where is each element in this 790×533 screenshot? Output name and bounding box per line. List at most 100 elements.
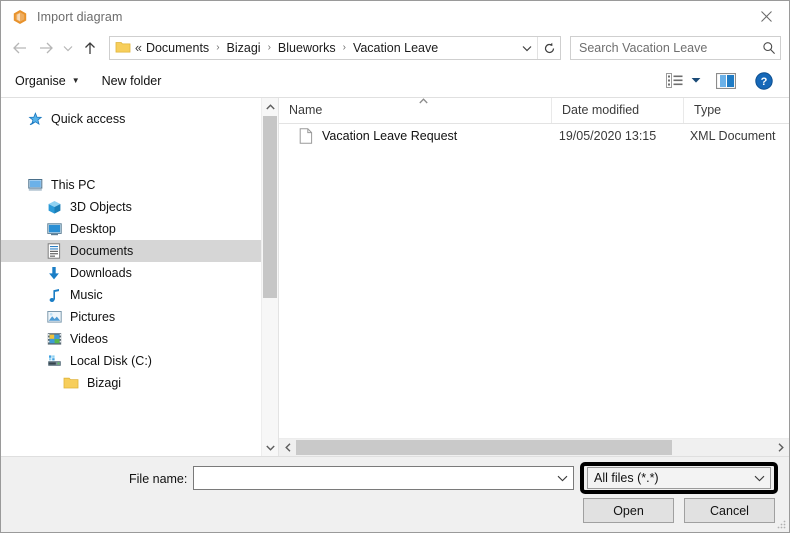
file-list-pane: Name Date modified Type Vacation Leave R… <box>278 98 789 456</box>
chevron-down-icon: ▼ <box>71 75 80 85</box>
navigation-bar: « Documents › Bizagi › Blueworks › Vacat… <box>1 32 789 64</box>
music-note-icon <box>46 287 62 303</box>
sidebar-item-label: Desktop <box>70 222 116 236</box>
sidebar-item-bizagi[interactable]: Bizagi <box>1 372 278 394</box>
scroll-left-icon[interactable] <box>279 439 296 456</box>
column-header-name[interactable]: Name <box>279 98 551 123</box>
sidebar-item-label: Local Disk (C:) <box>70 354 152 368</box>
resize-grip[interactable] <box>776 519 786 529</box>
xml-file-icon <box>299 128 313 144</box>
forward-icon[interactable] <box>33 35 59 61</box>
title-bar: Import diagram <box>1 1 789 32</box>
file-type-filter-combobox[interactable]: All files (*.*) <box>587 467 771 489</box>
view-options-icon[interactable] <box>661 68 687 94</box>
hard-disk-icon <box>46 353 62 369</box>
file-name-combobox[interactable] <box>193 466 574 490</box>
back-icon[interactable] <box>7 35 33 61</box>
close-icon[interactable] <box>744 1 789 31</box>
bizagi-hexagon-icon <box>12 9 28 25</box>
file-type-cell: XML Document <box>689 129 776 143</box>
address-chevron-down-icon[interactable] <box>517 37 537 59</box>
table-row[interactable]: Vacation Leave Request 19/05/2020 13:15 … <box>279 124 789 148</box>
sidebar-item-videos[interactable]: Videos <box>1 328 278 350</box>
column-header-date-modified[interactable]: Date modified <box>551 98 683 123</box>
file-name-chevron-down-icon[interactable] <box>551 475 573 482</box>
pictures-icon <box>46 309 62 325</box>
file-type-filter-value: All files (*.*) <box>594 471 659 485</box>
cancel-button[interactable]: Cancel <box>684 498 775 523</box>
sidebar-item-pictures[interactable]: Pictures <box>1 306 278 328</box>
sidebar-item-quick-access[interactable]: Quick access <box>1 108 278 130</box>
hscroll-thumb[interactable] <box>296 440 673 455</box>
sidebar-item-label: Quick access <box>51 112 126 126</box>
sidebar-scrollbar[interactable] <box>261 98 278 456</box>
toolbar-right-group: ? <box>661 68 779 94</box>
svg-text:?: ? <box>761 76 768 88</box>
scroll-down-icon[interactable] <box>262 439 278 456</box>
file-date-cell: 19/05/2020 13:15 <box>558 129 657 143</box>
hscroll-track[interactable] <box>296 439 772 456</box>
new-folder-label: New folder <box>101 73 162 88</box>
address-bar[interactable]: « Documents › Bizagi › Blueworks › Vacat… <box>109 36 561 60</box>
window-title: Import diagram <box>37 9 123 24</box>
file-name-cell: Vacation Leave Request <box>279 128 549 144</box>
sidebar-item-documents[interactable]: Documents <box>1 240 278 262</box>
column-header-date-label: Date modified <box>562 103 640 117</box>
organise-button[interactable]: Organise ▼ <box>15 69 80 93</box>
file-name-label: Vacation Leave Request <box>322 129 458 143</box>
sidebar-item-this-pc[interactable]: This PC <box>1 174 278 196</box>
import-diagram-dialog: Import diagram « Documents › Bizagi › Bl… <box>0 0 790 533</box>
star-icon <box>27 111 43 127</box>
sidebar-item-label: Videos <box>70 332 108 346</box>
sidebar-item-local-disk-c[interactable]: Local Disk (C:) <box>1 350 278 372</box>
scroll-up-icon[interactable] <box>262 98 278 115</box>
sidebar-item-music[interactable]: Music <box>1 284 278 306</box>
view-chevron-down-icon[interactable] <box>687 68 705 94</box>
sidebar-item-label: Documents <box>70 244 134 258</box>
sidebar-item-label: 3D Objects <box>70 200 132 214</box>
help-icon[interactable]: ? <box>749 68 779 94</box>
filter-chevron-down-icon[interactable] <box>748 475 770 482</box>
navigation-sidebar: Quick access This PC 3D Objects Desktop … <box>1 98 278 456</box>
sidebar-item-label: This PC <box>51 178 96 192</box>
refresh-icon[interactable] <box>537 37 560 59</box>
scroll-right-icon[interactable] <box>772 439 789 456</box>
sort-ascending-icon <box>419 98 428 106</box>
sidebar-item-downloads[interactable]: Downloads <box>1 262 278 284</box>
search-input[interactable] <box>571 41 758 55</box>
sidebar-scroll-thumb[interactable] <box>263 116 277 298</box>
breadcrumb-separator: › <box>267 42 271 53</box>
up-one-level-icon[interactable] <box>77 35 103 61</box>
desktop-icon <box>46 221 62 237</box>
column-header-type[interactable]: Type <box>683 98 783 123</box>
preview-pane-icon[interactable] <box>709 68 743 94</box>
breadcrumb-item-documents[interactable]: Documents <box>144 41 211 55</box>
sidebar-item-desktop[interactable]: Desktop <box>1 218 278 240</box>
column-header-name-label: Name <box>289 103 323 117</box>
folder-icon <box>63 375 79 391</box>
breadcrumb-item-bizagi[interactable]: Bizagi <box>225 41 263 55</box>
recent-locations-chevron-down-icon[interactable] <box>59 35 77 61</box>
file-name-label: File name: <box>129 472 188 486</box>
new-folder-button[interactable]: New folder <box>102 69 162 93</box>
file-name-input[interactable] <box>194 471 551 485</box>
sidebar-item-3d-objects[interactable]: 3D Objects <box>1 196 278 218</box>
file-list-horizontal-scrollbar[interactable] <box>279 438 789 456</box>
sidebar-item-label: Music <box>70 288 103 302</box>
breadcrumb-item-vacation-leave[interactable]: Vacation Leave <box>351 41 440 55</box>
folder-icon <box>115 40 131 56</box>
breadcrumb-overflow[interactable]: « <box>135 41 144 55</box>
cube-icon <box>46 199 62 215</box>
breadcrumb-separator: › <box>216 42 220 53</box>
search-icon[interactable] <box>758 41 780 55</box>
search-box[interactable] <box>570 36 781 60</box>
column-header-type-label: Type <box>694 103 722 117</box>
dialog-body: Quick access This PC 3D Objects Desktop … <box>1 98 789 456</box>
column-header-row: Name Date modified Type <box>279 98 789 124</box>
breadcrumb-separator: › <box>342 42 346 53</box>
file-rows: Vacation Leave Request 19/05/2020 13:15 … <box>279 124 789 438</box>
breadcrumb-item-blueworks[interactable]: Blueworks <box>276 41 338 55</box>
open-button[interactable]: Open <box>583 498 674 523</box>
